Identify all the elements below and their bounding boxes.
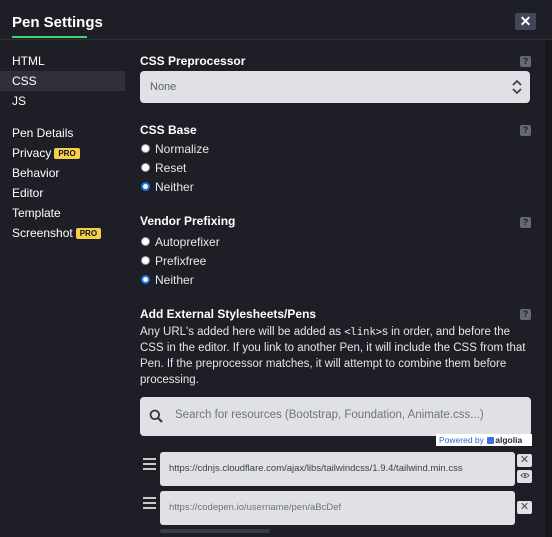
radio-unchecked-icon <box>141 237 150 246</box>
resource-search-input[interactable]: Search for resources (Bootstrap, Foundat… <box>140 397 531 436</box>
pro-badge: PRO <box>54 148 80 159</box>
sidebar-item-label: Privacy <box>12 146 52 160</box>
sidebar-item-privacy[interactable]: Privacy PRO <box>0 143 125 163</box>
radio-label: Neither <box>155 273 194 287</box>
vendor-prefixing-title: Vendor Prefixing <box>140 214 236 228</box>
pen-settings-modal: Pen Settings ✕ HTML CSS JS Pen Details P… <box>0 0 552 537</box>
sidebar-item-js[interactable]: JS <box>0 91 125 111</box>
sidebar-item-editor[interactable]: Editor <box>0 183 125 203</box>
search-icon <box>149 409 163 423</box>
radio-unchecked-icon <box>141 163 150 172</box>
resource-url-field-empty[interactable]: https://codepen.io/username/pen/aBcDef <box>160 491 515 525</box>
sidebar-item-label: Editor <box>12 186 44 200</box>
scroll-indicator <box>160 529 270 533</box>
css-base-help-icon[interactable]: ? <box>520 125 531 136</box>
remove-resource-button[interactable]: ✕ <box>517 501 532 514</box>
radio-unchecked-icon <box>141 256 150 265</box>
radio-checked-icon <box>141 182 150 191</box>
modal-title: Pen Settings <box>12 14 103 31</box>
radio-label: Reset <box>155 161 187 175</box>
radio-label: Prefixfree <box>155 254 207 268</box>
radio-label: Autoprefixer <box>155 235 220 249</box>
search-placeholder: Search for resources (Bootstrap, Foundat… <box>175 409 484 421</box>
select-updown-icon <box>512 79 522 95</box>
external-description: Any URL's added here will be added as <l… <box>140 324 532 388</box>
pro-badge: PRO <box>75 228 102 239</box>
remove-resource-button[interactable]: ✕ <box>517 454 532 467</box>
external-stylesheets-title: Add External Stylesheets/Pens <box>140 307 317 321</box>
preprocessor-title: CSS Preprocessor <box>140 54 246 68</box>
preprocessor-help-icon[interactable]: ? <box>520 56 531 67</box>
sidebar-item-pen-details[interactable]: Pen Details <box>0 123 125 143</box>
preprocessor-select[interactable]: None <box>140 71 530 103</box>
desc-text: Any URL's added here will be added as <box>140 326 345 338</box>
sidebar-item-label: CSS <box>12 74 37 88</box>
sidebar-item-html[interactable]: HTML <box>0 51 125 71</box>
external-help-icon[interactable]: ? <box>520 309 531 320</box>
eye-icon <box>519 473 530 478</box>
sidebar-item-screenshot[interactable]: Screenshot PRO <box>0 223 125 243</box>
scrollbar-track[interactable] <box>545 40 552 537</box>
sidebar-item-template[interactable]: Template <box>0 203 125 223</box>
algolia-attribution[interactable]: Powered by algolia <box>436 434 532 446</box>
algolia-logo-icon <box>487 437 495 444</box>
sidebar-item-css[interactable]: CSS <box>0 71 125 91</box>
view-resource-eye-icon[interactable] <box>517 470 532 483</box>
radio-unchecked-icon <box>141 144 150 153</box>
css-base-title: CSS Base <box>140 123 197 137</box>
title-accent-underline <box>12 36 87 38</box>
resource-url-field[interactable]: https://cdnjs.cloudflare.com/ajax/libs/t… <box>160 452 515 486</box>
preprocessor-selected-value: None <box>150 81 177 93</box>
sidebar-item-label: Template <box>12 206 61 220</box>
sidebar-item-label: Behavior <box>12 166 60 180</box>
algolia-text: algolia <box>495 435 523 445</box>
drag-handle-icon[interactable] <box>143 497 156 509</box>
radio-checked-icon <box>141 275 150 284</box>
sidebar-item-label: Pen Details <box>12 126 74 140</box>
sidebar-item-label: JS <box>12 94 27 108</box>
radio-label: Neither <box>155 180 194 194</box>
drag-handle-icon[interactable] <box>143 458 156 470</box>
sidebar-item-label: HTML <box>12 54 45 68</box>
radio-label: Normalize <box>155 142 210 156</box>
link-tag-code: <link> <box>344 326 383 338</box>
vendor-prefixing-help-icon[interactable]: ? <box>520 217 531 228</box>
sidebar-item-behavior[interactable]: Behavior <box>0 163 125 183</box>
powered-by-text: Powered by <box>439 435 484 445</box>
sidebar-item-label: Screenshot <box>12 226 73 240</box>
css-settings-panel: CSS Preprocessor ? None CSS Base ? Norma… <box>140 0 540 537</box>
